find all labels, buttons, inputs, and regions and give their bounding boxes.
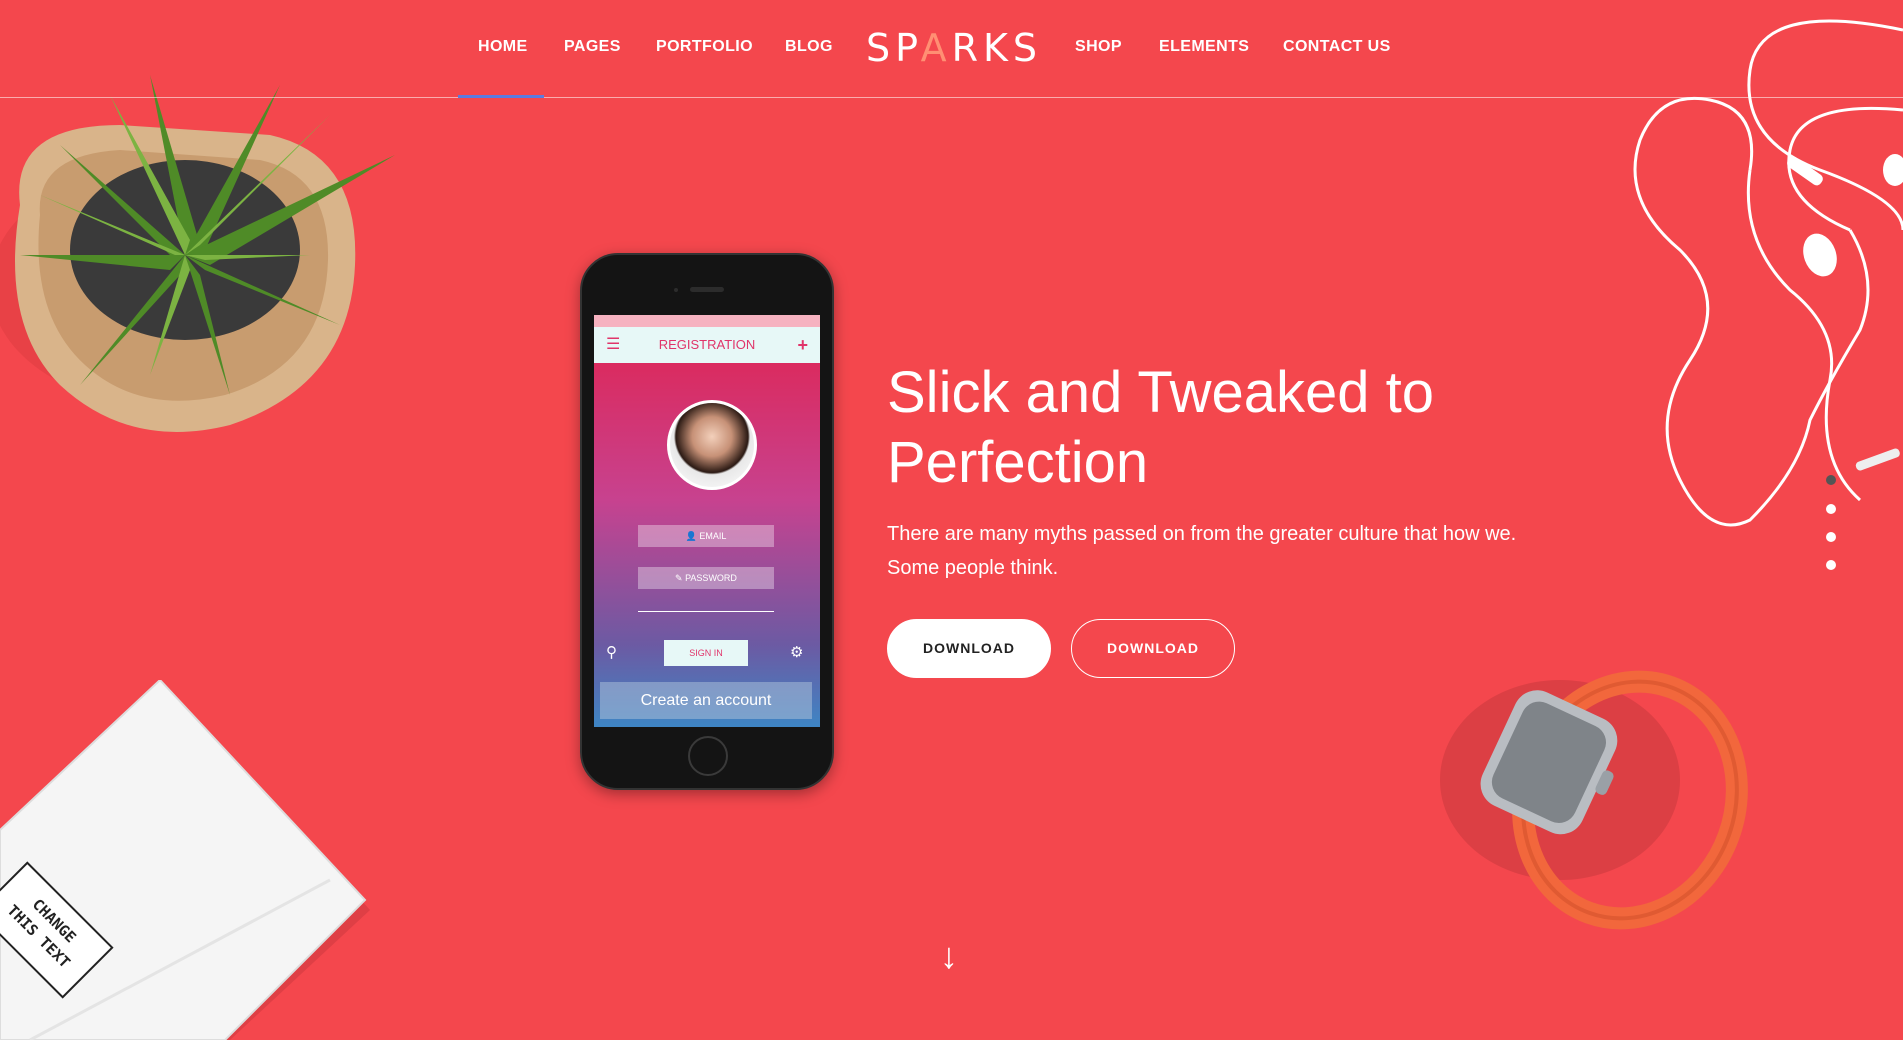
hero-headline-line1: Slick and Tweaked to <box>887 360 1435 425</box>
nav-contact-us[interactable]: CONTACT US <box>1283 38 1391 56</box>
hamburger-icon: ☰ <box>606 336 621 353</box>
nav-blog[interactable]: BLOG <box>785 38 833 56</box>
phone-home-button <box>688 736 728 776</box>
logo-text-part1: SP <box>866 26 921 70</box>
slider-dot-3[interactable] <box>1826 532 1836 542</box>
slider-dot-1[interactable] <box>1826 475 1836 485</box>
site-logo[interactable]: SPARKS <box>866 26 1042 70</box>
create-account-button: Create an account <box>600 682 812 719</box>
plant-decoration <box>0 75 395 432</box>
slider-dot-2[interactable] <box>1826 504 1836 514</box>
download-button-secondary[interactable]: DOWNLOAD <box>1071 619 1235 678</box>
active-nav-indicator <box>458 95 544 98</box>
logo-text-accent: A <box>920 26 952 70</box>
signin-button: SIGN IN <box>664 640 748 666</box>
watch-decoration <box>1440 670 1748 930</box>
screen-header-title: REGISTRATION <box>658 337 756 352</box>
hero-headline-line2: Perfection <box>887 430 1149 495</box>
password-field: ✎ PASSWORD <box>638 567 774 589</box>
hero-section: CHANGE THIS TEXT HOME PAGES PORTFOLIO BL… <box>0 0 1903 1040</box>
email-field-label: EMAIL <box>699 531 727 541</box>
download-button-primary[interactable]: DOWNLOAD <box>887 619 1051 678</box>
main-navigation: HOME PAGES PORTFOLIO BLOG SPARKS SHOP EL… <box>0 0 1903 98</box>
logo-text-part2: RKS <box>951 26 1043 70</box>
field-divider <box>638 611 774 612</box>
screen-status-bar <box>594 315 820 327</box>
arrow-down-icon[interactable]: ↓ <box>940 936 958 976</box>
email-field: 👤 EMAIL <box>638 525 774 547</box>
avatar <box>667 400 757 490</box>
password-field-label: PASSWORD <box>685 573 737 583</box>
nav-pages[interactable]: PAGES <box>564 38 621 56</box>
nav-home[interactable]: HOME <box>478 38 528 56</box>
hero-headline: Slick and Tweaked to Perfection <box>887 358 1527 498</box>
phone-camera <box>674 288 678 292</box>
nav-elements[interactable]: ELEMENTS <box>1159 38 1249 56</box>
nav-portfolio[interactable]: PORTFOLIO <box>656 38 753 56</box>
phone-screen: ☰ REGISTRATION + 👤 EMAIL ✎ PASSWORD ⚲ SI… <box>594 315 820 727</box>
search-icon: ⚲ <box>606 644 617 661</box>
phone-mockup: ☰ REGISTRATION + 👤 EMAIL ✎ PASSWORD ⚲ SI… <box>580 253 834 790</box>
slider-dot-4[interactable] <box>1826 560 1836 570</box>
screen-header: ☰ REGISTRATION + <box>594 327 820 363</box>
notebook-decoration: CHANGE THIS TEXT <box>0 680 370 1040</box>
gear-icon: ⚙ <box>790 644 804 661</box>
plus-icon: + <box>797 335 808 355</box>
nav-shop[interactable]: SHOP <box>1075 38 1122 56</box>
hero-subtext: There are many myths passed on from the … <box>887 523 1517 579</box>
phone-speaker <box>690 287 724 292</box>
